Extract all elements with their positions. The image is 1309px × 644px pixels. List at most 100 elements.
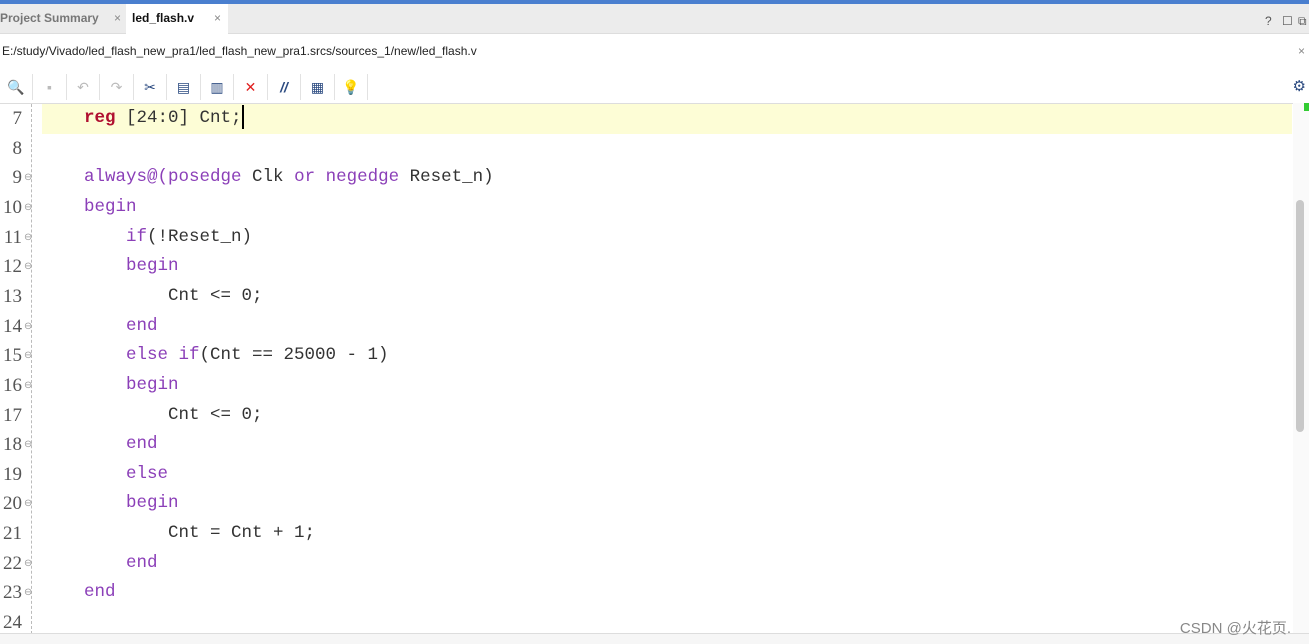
fold-icon[interactable]: ⊖ [24, 232, 32, 243]
fold-icon[interactable]: ⊖ [24, 587, 32, 598]
close-icon[interactable]: × [1298, 44, 1305, 58]
code-line: 15 ⊖ else if(Cnt == 25000 - 1) [0, 341, 1293, 371]
line-number: 19 [3, 463, 22, 485]
line-number: 15 [3, 345, 22, 367]
code-text: else [42, 460, 168, 490]
column-icon[interactable]: ▦ [302, 74, 335, 100]
code-line: 23 ⊖ end [0, 578, 1293, 608]
fold-icon[interactable]: ⊖ [24, 558, 32, 569]
code-editor[interactable]: 7 reg [24:0] Cnt; 8 9 ⊖ always@(posedge Clk… [0, 103, 1293, 634]
fold-icon[interactable]: ⊖ [24, 202, 32, 213]
code-text: if(!Reset_n) [42, 223, 252, 253]
fold-icon[interactable]: ⊖ [24, 439, 32, 450]
code-text: end [42, 312, 158, 342]
fold-icon[interactable]: ⊖ [24, 350, 32, 361]
comment-icon[interactable]: // [268, 74, 301, 100]
code-line: 19 else [0, 460, 1293, 490]
code-line: 21 Cnt = Cnt + 1; [0, 519, 1293, 549]
code-line: 17 Cnt <= 0; [0, 401, 1293, 431]
code-token: Cnt <= 0; [42, 285, 263, 306]
code-line: 11 ⊖ if(!Reset_n) [0, 223, 1293, 253]
horizontal-scrollbar[interactable] [0, 633, 1309, 644]
code-line: 13 Cnt <= 0; [0, 282, 1293, 312]
keyword: end [126, 552, 158, 573]
code-text: begin [42, 489, 179, 519]
line-number: 13 [3, 285, 22, 307]
copy-icon[interactable]: ▤ [168, 74, 201, 100]
code-line: 7 reg [24:0] Cnt; [0, 104, 1293, 134]
fold-icon[interactable]: ⊖ [24, 498, 32, 509]
tab-label: Project Summary [0, 11, 99, 25]
status-marker [1304, 103, 1309, 111]
delete-icon[interactable]: ✕ [235, 74, 268, 100]
keyword: reg [84, 108, 116, 128]
code-text: reg [24:0] Cnt; [42, 104, 1292, 134]
file-path: E:/study/Vivado/led_flash_new_pra1/led_f… [2, 44, 477, 58]
keyword: end [84, 582, 116, 603]
watermark: CSDN @火花页. [1179, 620, 1291, 637]
fold-icon[interactable]: ⊖ [24, 380, 32, 391]
code-line: 16 ⊖ begin [0, 371, 1293, 401]
code-text: begin [42, 193, 137, 223]
code-token: Clk [241, 167, 295, 188]
keyword: or negedge [294, 167, 400, 188]
keyword: end [126, 434, 158, 455]
gear-icon[interactable]: ⚙ [1293, 77, 1306, 95]
code-token: Cnt <= 0; [42, 404, 263, 425]
code-text: begin [42, 371, 179, 401]
close-icon[interactable]: × [114, 4, 121, 32]
fold-icon[interactable]: ⊖ [24, 261, 32, 272]
editor-toolbar: 🔍 ▪ ↶ ↷ ✂ ▤ ▥ ✕//▦ 💡 [0, 74, 1309, 100]
tab-led-flash[interactable]: led_flash.v × [126, 4, 228, 34]
cut-icon[interactable]: ✂ [134, 74, 167, 100]
undo-icon[interactable]: ↶ [67, 74, 100, 100]
tab-bar: Project Summary × led_flash.v × ? ☐ ⧉ [0, 4, 1309, 34]
keyword: begin [126, 374, 179, 395]
tab-project-summary[interactable]: Project Summary × [0, 4, 126, 34]
code-token: [24:0] Cnt; [115, 108, 242, 128]
line-number: 9 [12, 167, 23, 189]
float-icon[interactable]: ⧉ [1298, 14, 1307, 29]
fold-icon[interactable]: ⊖ [24, 321, 32, 332]
redo-icon[interactable]: ↷ [101, 74, 134, 100]
code-text: end [42, 430, 158, 460]
keyword: else if [126, 345, 200, 366]
fold-icon[interactable]: ⊖ [24, 172, 32, 183]
code-line: 10 ⊖ begin [0, 193, 1293, 223]
help-icon[interactable]: ? [1265, 14, 1272, 28]
code-text: Cnt <= 0; [42, 282, 263, 312]
lightbulb-icon[interactable]: 💡 [335, 74, 368, 100]
paste-icon[interactable]: ▥ [201, 74, 234, 100]
scrollbar-thumb[interactable] [1296, 200, 1304, 432]
maximize-icon[interactable]: ☐ [1282, 14, 1293, 28]
code-text: end [42, 578, 116, 608]
keyword: begin [126, 493, 179, 514]
code-line: 9 ⊖ always@(posedge Clk or negedge Reset_… [0, 163, 1293, 193]
line-number: 17 [3, 404, 22, 426]
code-line: 8 [0, 134, 1293, 164]
save-icon[interactable]: ▪ [34, 74, 67, 100]
code-line: 22 ⊖ end [0, 549, 1293, 579]
keyword: end [126, 315, 158, 336]
search-icon[interactable]: 🔍 [0, 74, 33, 100]
line-number: 21 [3, 523, 22, 545]
code-token: (!Reset_n) [147, 226, 253, 247]
code-text: Cnt = Cnt + 1; [42, 519, 315, 549]
line-number: 11 [3, 226, 22, 248]
close-icon[interactable]: × [214, 4, 221, 32]
line-number: 16 [3, 374, 22, 396]
line-number: 12 [3, 256, 22, 278]
code-text: else if(Cnt == 25000 - 1) [42, 341, 389, 371]
tab-label: led_flash.v [132, 11, 195, 25]
code-token: Reset_n) [399, 167, 494, 188]
line-number: 18 [3, 434, 22, 456]
code-text: always@(posedge Clk or negedge Reset_n) [42, 163, 494, 193]
